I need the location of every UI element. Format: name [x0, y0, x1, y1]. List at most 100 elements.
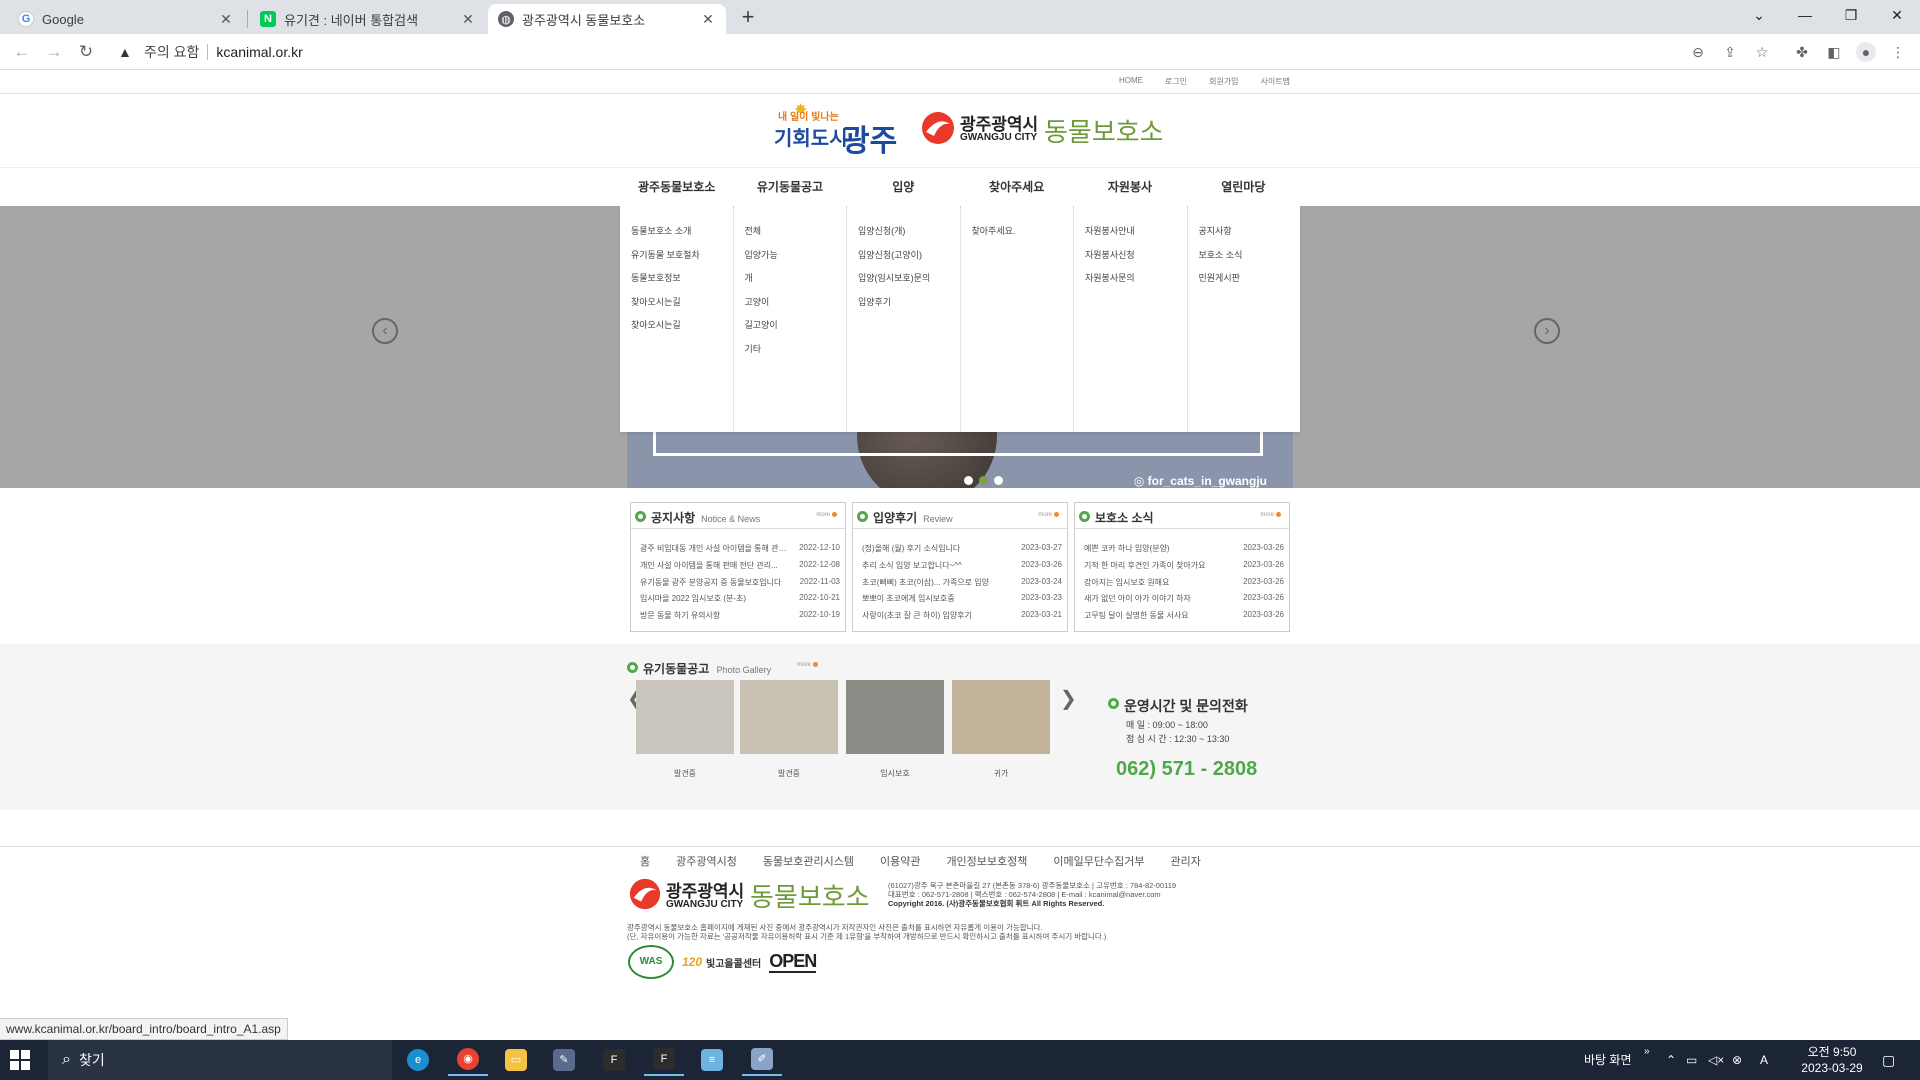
- menu-kebab-icon[interactable]: ⋮: [1888, 42, 1908, 62]
- footer-link[interactable]: 이메일무단수집거부: [1053, 853, 1144, 869]
- animal-photo[interactable]: [740, 680, 838, 754]
- footer-link[interactable]: 관리자: [1171, 853, 1201, 869]
- row-title[interactable]: 추리 소식 입양 보고합니다~^^: [862, 560, 1015, 577]
- figma-app-icon[interactable]: F: [644, 1044, 684, 1076]
- utility-join-link[interactable]: 회원가입: [1209, 76, 1238, 87]
- warning-icon[interactable]: ▲: [118, 44, 138, 60]
- submenu-link[interactable]: 입양신청(개): [858, 224, 960, 248]
- tab-google[interactable]: G Google ✕: [8, 4, 244, 34]
- animal-photo[interactable]: [846, 680, 944, 754]
- row-title[interactable]: 새가 없던 아이 아가 이야기 하자: [1084, 593, 1237, 610]
- submenu-link[interactable]: 고양이: [745, 295, 847, 319]
- board-row[interactable]: 입시마을 2022 임시보호 (분-초) 2022-10-21: [640, 593, 840, 610]
- file-explorer-icon[interactable]: ▭: [496, 1044, 536, 1076]
- volume-icon[interactable]: ◁×: [1708, 1040, 1724, 1080]
- app-icon[interactable]: ✎: [544, 1044, 584, 1076]
- row-title[interactable]: 개인 사설 아이템을 통해 판매 전단 관리...: [640, 560, 793, 577]
- network-icon[interactable]: ▭: [1686, 1040, 1697, 1080]
- footer-link[interactable]: 동물보호관리시스템: [763, 853, 854, 869]
- submenu-link[interactable]: 입양가능: [745, 248, 847, 272]
- submenu-link[interactable]: 유기동물 보호절차: [631, 248, 733, 272]
- slider-dot-active[interactable]: [979, 476, 988, 485]
- submenu-link[interactable]: 입양신청(고양이): [858, 248, 960, 272]
- submenu-link[interactable]: 보호소 소식: [1199, 248, 1301, 272]
- more-button[interactable]: more: [816, 512, 837, 518]
- nav-volunteer[interactable]: 자원봉사: [1073, 168, 1186, 206]
- board-row[interactable]: 고무팅 달이 실명한 동물 서사요 2023-03-26: [1084, 610, 1284, 627]
- close-icon[interactable]: ✕: [460, 11, 476, 28]
- footer-link[interactable]: 홈: [640, 853, 650, 869]
- minimize-button[interactable]: —: [1782, 0, 1828, 30]
- zoom-icon[interactable]: ⊖: [1688, 42, 1708, 62]
- submenu-link[interactable]: 기타: [745, 342, 847, 366]
- nav-find[interactable]: 찾아주세요: [960, 168, 1073, 206]
- row-title[interactable]: 유기동물 광주 분양공지 중 동물보호입니다: [640, 577, 794, 594]
- row-title[interactable]: 사랑이(초코 잘 큰 하이) 입양후기: [862, 610, 1015, 627]
- slider-prev-button[interactable]: ‹: [372, 318, 398, 344]
- board-row[interactable]: 개인 사설 아이템을 통해 판매 전단 관리... 2022-12-08: [640, 560, 840, 577]
- paint-app-icon[interactable]: ✐: [742, 1044, 782, 1076]
- edge-app-icon[interactable]: e: [398, 1044, 438, 1076]
- gallery-item[interactable]: 발견중: [740, 680, 838, 779]
- notepad-app-icon[interactable]: ≡: [692, 1044, 732, 1076]
- chrome-app-icon[interactable]: ◉: [448, 1044, 488, 1076]
- mic-off-icon[interactable]: ⊗: [1732, 1040, 1742, 1080]
- slider-dot[interactable]: [994, 476, 1003, 485]
- board-row[interactable]: 광주 비임대동 개인 사설 아이템을 통해 관리중... 2022-12-10: [640, 543, 840, 560]
- animal-photo[interactable]: [636, 680, 734, 754]
- board-row[interactable]: 추리 소식 입양 보고합니다~^^ 2023-03-26: [862, 560, 1062, 577]
- new-tab-button[interactable]: +: [736, 6, 760, 30]
- row-title[interactable]: 기적 한 마리 후견인 가족이 찾아가요: [1084, 560, 1237, 577]
- nav-abandoned-notice[interactable]: 유기동물공고: [733, 168, 846, 206]
- clock[interactable]: 오전 9:50 2023-03-29: [1792, 1044, 1872, 1076]
- row-title[interactable]: 초코(삐삐) 초코(이삼)... 가족으로 입양: [862, 577, 1015, 594]
- submenu-link[interactable]: 동물보호소 소개: [631, 224, 733, 248]
- open-license-logo[interactable]: OPEN: [769, 951, 817, 973]
- gallery-more-button[interactable]: more: [797, 662, 818, 668]
- board-row[interactable]: 유기동물 광주 분양공지 중 동물보호입니다 2022-11-03: [640, 577, 840, 594]
- utility-home-link[interactable]: HOME: [1119, 76, 1143, 87]
- submenu-link[interactable]: 찾아오시는길: [631, 295, 733, 319]
- row-title[interactable]: 고무팅 달이 실명한 동물 서사요: [1084, 610, 1237, 627]
- submenu-link[interactable]: 개: [745, 271, 847, 295]
- close-icon[interactable]: ✕: [218, 11, 234, 28]
- animal-photo[interactable]: [952, 680, 1050, 754]
- more-button[interactable]: more: [1260, 512, 1281, 518]
- tab-search-button[interactable]: ⌄: [1736, 0, 1782, 30]
- submenu-link[interactable]: 자원봉사신청: [1085, 248, 1187, 272]
- url-text[interactable]: kcanimal.or.kr: [216, 44, 302, 60]
- submenu-link[interactable]: 입양후기: [858, 295, 960, 319]
- tab-kcanimal[interactable]: ◍ 광주광역시 동물보호소 ✕: [488, 4, 726, 34]
- row-title[interactable]: 뽀뽀이 초코에게 임시보호중: [862, 593, 1015, 610]
- row-title[interactable]: 강아지는 임시보호 원해요: [1084, 577, 1237, 594]
- submenu-link[interactable]: 자원봉사안내: [1085, 224, 1187, 248]
- gallery-next-button[interactable]: ❯: [1060, 686, 1077, 711]
- board-row[interactable]: 기적 한 마리 후견인 가족이 찾아가요 2023-03-26: [1084, 560, 1284, 577]
- side-panel-icon[interactable]: ◧: [1824, 42, 1844, 62]
- board-row[interactable]: 강아지는 임시보호 원해요 2023-03-26: [1084, 577, 1284, 594]
- reload-button[interactable]: ↻: [74, 40, 98, 64]
- bookmark-star-icon[interactable]: ☆: [1752, 42, 1772, 62]
- window-close-button[interactable]: ✕: [1874, 0, 1920, 30]
- row-title[interactable]: 방문 동물 하기 유의사항: [640, 610, 793, 627]
- security-label[interactable]: 주의 요함: [144, 42, 199, 62]
- extensions-icon[interactable]: ✤: [1792, 42, 1812, 62]
- board-row[interactable]: 사랑이(초코 잘 큰 하이) 입양후기 2023-03-21: [862, 610, 1062, 627]
- footer-link[interactable]: 이용약관: [880, 853, 920, 869]
- ime-indicator[interactable]: A: [1760, 1040, 1768, 1080]
- board-row[interactable]: 방문 동물 하기 유의사항 2022-10-19: [640, 610, 840, 627]
- instagram-handle[interactable]: ◎ for_cats_in_gwangju: [1134, 474, 1267, 488]
- share-icon[interactable]: ⇪: [1720, 42, 1740, 62]
- start-button[interactable]: [10, 1050, 30, 1070]
- nav-shelter[interactable]: 광주동물보호소: [620, 168, 733, 206]
- submenu-link[interactable]: 민원게시판: [1199, 271, 1301, 295]
- nav-adoption[interactable]: 입양: [847, 168, 960, 206]
- submenu-link[interactable]: 공지사항: [1199, 224, 1301, 248]
- more-button[interactable]: more: [1038, 512, 1059, 518]
- close-icon[interactable]: ✕: [700, 11, 716, 28]
- notification-icon[interactable]: ▢: [1882, 1040, 1895, 1080]
- gallery-item[interactable]: 귀가: [952, 680, 1050, 779]
- submenu-link[interactable]: 찾아오시는길: [631, 318, 733, 342]
- submenu-link[interactable]: 자원봉사문의: [1085, 271, 1187, 295]
- submenu-link[interactable]: 전체: [745, 224, 847, 248]
